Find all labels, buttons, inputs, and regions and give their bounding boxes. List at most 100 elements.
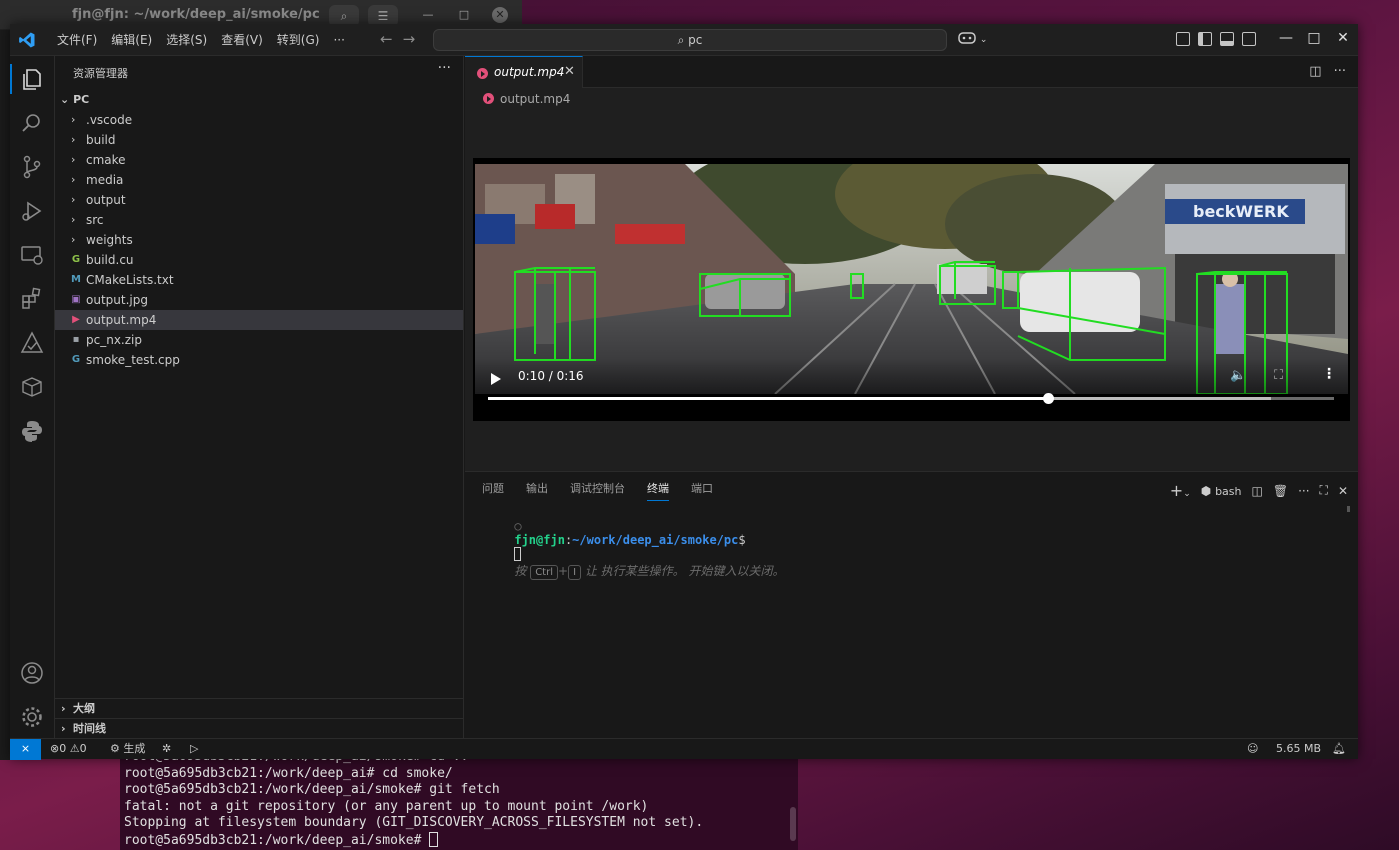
close-icon[interactable]: ✕ xyxy=(1333,30,1353,46)
timeline-section[interactable]: › 时间线 xyxy=(55,718,463,738)
search-icon[interactable] xyxy=(19,110,45,136)
volume-icon[interactable]: 🔈 xyxy=(1230,368,1246,383)
folder-label: cmake xyxy=(86,153,126,167)
menu-view[interactable]: 查看(V) xyxy=(214,24,270,56)
more-actions-icon[interactable]: ··· xyxy=(438,60,451,76)
file-label: build.cu xyxy=(86,253,134,267)
split-editor-icon[interactable]: ◫ xyxy=(1309,64,1321,79)
tab-output[interactable]: 输出 xyxy=(526,481,548,501)
gear-icon[interactable] xyxy=(19,704,45,730)
tab-debug-console[interactable]: 调试控制台 xyxy=(570,481,625,501)
menu-edit[interactable]: 编辑(E) xyxy=(104,24,159,56)
terminal-cursor xyxy=(514,547,522,561)
problems-status[interactable]: ⊗0 ⚠0 xyxy=(50,739,87,759)
more-vertical-icon[interactable]: ⋮ xyxy=(1322,366,1336,382)
file-output-jpg[interactable]: ▣ output.jpg xyxy=(55,290,463,310)
minimize-icon[interactable]: — xyxy=(420,7,436,23)
back-arrow-icon[interactable]: ← xyxy=(380,30,393,48)
extensions-icon[interactable] xyxy=(19,286,45,312)
debug-icon[interactable]: ✲ xyxy=(162,739,171,759)
explorer-icon[interactable] xyxy=(19,66,45,92)
file-size: 5.65 MB xyxy=(1276,742,1322,755)
toggle-panel-icon[interactable] xyxy=(1220,32,1234,46)
tab-output-mp4[interactable]: output.mp4 ✕ xyxy=(465,56,583,88)
new-terminal-icon[interactable]: +⌄ xyxy=(1170,481,1191,500)
file-output-mp4[interactable]: ▶ output.mp4 xyxy=(55,310,463,330)
remote-indicator-icon[interactable]: ⨯ xyxy=(10,739,41,760)
close-icon[interactable]: ✕ xyxy=(492,7,508,23)
workspace-root[interactable]: ⌄ PC xyxy=(55,90,463,110)
command-center-search[interactable]: ⌕ pc xyxy=(433,29,947,51)
trash-icon[interactable]: 🗑 xyxy=(1273,484,1288,498)
tab-label: output.mp4 xyxy=(494,65,565,79)
folder-media[interactable]: › media xyxy=(55,170,463,190)
warning-icon: ⚠ xyxy=(69,742,80,755)
folder-vscode[interactable]: › .vscode xyxy=(55,110,463,130)
folder-output[interactable]: › output xyxy=(55,190,463,210)
forward-arrow-icon[interactable]: → xyxy=(403,30,416,48)
minimize-icon[interactable]: — xyxy=(1276,30,1296,46)
vscode-logo-icon xyxy=(19,32,35,48)
folder-cmake[interactable]: › cmake xyxy=(55,150,463,170)
bell-icon[interactable]: 🔔︎ xyxy=(1332,739,1346,759)
maximize-panel-icon[interactable]: ⛶ xyxy=(1320,483,1328,498)
split-terminal-icon[interactable]: ◫ xyxy=(1252,484,1263,498)
container-icon[interactable] xyxy=(19,374,45,400)
outline-section[interactable]: › 大纲 xyxy=(55,698,463,718)
file-smoke-test-cpp[interactable]: Gsmoke_test.cpp xyxy=(55,350,463,370)
tab-problems[interactable]: 问题 xyxy=(482,481,504,501)
more-actions-icon[interactable]: ··· xyxy=(1334,64,1346,79)
terminal-line: fatal: not a git repository (or any pare… xyxy=(124,798,649,814)
maximize-icon[interactable]: □ xyxy=(456,7,472,23)
tab-ports[interactable]: 端口 xyxy=(691,481,713,501)
terminal-shell-selector[interactable]: ⬢ bash xyxy=(1201,484,1242,498)
folder-src[interactable]: › src xyxy=(55,210,463,230)
account-icon[interactable] xyxy=(19,660,45,686)
chevron-right-icon: › xyxy=(71,113,76,126)
file-cmakelists[interactable]: M CMakeLists.txt xyxy=(55,270,463,290)
file-pc-nx-zip[interactable]: ▪ pc_nx.zip xyxy=(55,330,463,350)
video-seek-bar[interactable] xyxy=(488,393,1334,404)
close-icon[interactable]: ✕ xyxy=(1338,484,1348,498)
toggle-primary-sidebar-icon[interactable] xyxy=(1198,32,1212,46)
video-player[interactable]: beckWERK 0:10 / 0:16 🔈 ⛶ ⋮ xyxy=(473,158,1350,421)
terminal-scrollbar[interactable] xyxy=(790,807,796,841)
menu-file[interactable]: 文件(F) xyxy=(50,24,104,56)
run-icon[interactable]: ▷ xyxy=(190,739,198,759)
source-control-icon[interactable] xyxy=(19,154,45,180)
file-build-cu[interactable]: Gbuild.cu xyxy=(55,250,463,270)
menu-more[interactable]: ··· xyxy=(326,24,351,56)
folder-build[interactable]: › build xyxy=(55,130,463,150)
run-debug-icon[interactable] xyxy=(19,198,45,224)
seek-handle[interactable] xyxy=(1043,393,1055,404)
cpp-file-icon: G xyxy=(71,354,81,365)
close-icon[interactable]: ✕ xyxy=(564,64,575,79)
testing-icon[interactable] xyxy=(19,330,45,356)
build-status[interactable]: ⚙ 生成 xyxy=(110,739,145,759)
play-icon[interactable] xyxy=(491,373,501,385)
copilot-icon[interactable]: ☺ xyxy=(1247,739,1258,759)
customize-layout-icon[interactable] xyxy=(1176,32,1190,46)
chevron-down-icon[interactable]: ⌄ xyxy=(980,35,988,45)
background-terminal-body[interactable]: root@5a695db3cb21:/work/deep_ai/smoke# c… xyxy=(120,757,798,850)
breadcrumb-file: output.mp4 xyxy=(500,92,571,106)
fullscreen-icon[interactable]: ⛶ xyxy=(1274,368,1283,383)
chevron-right-icon: › xyxy=(71,213,76,226)
active-indicator xyxy=(10,64,12,94)
tab-terminal[interactable]: 终端 xyxy=(647,481,669,501)
folder-weights[interactable]: › weights xyxy=(55,230,463,250)
python-icon[interactable] xyxy=(19,418,45,444)
breadcrumb[interactable]: output.mp4 xyxy=(483,92,570,106)
chevron-down-icon: ⌄ xyxy=(60,93,70,106)
menu-go[interactable]: 转到(G) xyxy=(270,24,327,56)
menu-selection[interactable]: 选择(S) xyxy=(159,24,214,56)
toggle-secondary-sidebar-icon[interactable] xyxy=(1242,32,1256,46)
video-file-icon: ▶ xyxy=(72,314,80,325)
terminal-prompt-line[interactable]: ○ fjn@fjn:~/work/deep_ai/smoke/pc$ 按 Ctr… xyxy=(471,505,784,594)
remote-explorer-icon[interactable] xyxy=(19,242,45,268)
background-window-edge xyxy=(0,30,10,760)
terminal-scrollbar[interactable] xyxy=(1347,506,1350,512)
maximize-icon[interactable]: □ xyxy=(1304,30,1324,46)
copilot-icon[interactable]: ⌄ xyxy=(958,31,987,48)
more-actions-icon[interactable]: ··· xyxy=(1298,484,1309,498)
